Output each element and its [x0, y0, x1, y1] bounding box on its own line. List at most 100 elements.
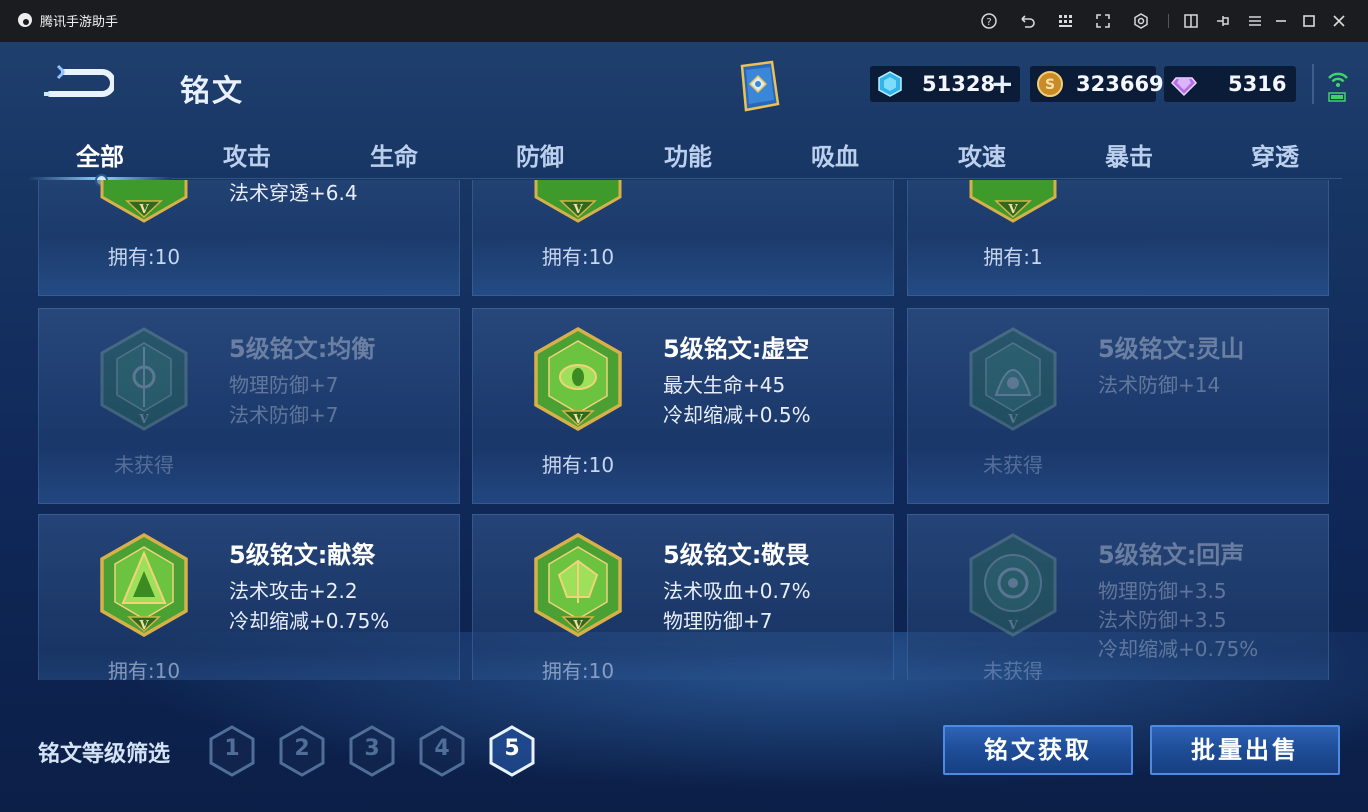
back-button[interactable]: [42, 64, 116, 104]
level-filter-number: 5: [504, 736, 520, 761]
tab-utility[interactable]: 功能: [628, 138, 748, 176]
coin-count: 323669: [1076, 72, 1164, 96]
blue-diamond-icon: [878, 71, 902, 97]
emblem-card-echo[interactable]: V 5级铭文:回声 物理防御+3.5 法术防御+3.5 冷却缩减+0.75% 未…: [907, 514, 1329, 680]
help-icon[interactable]: ?: [978, 10, 1000, 32]
emblem-icon: V: [534, 180, 622, 223]
gem-currency: 5316: [1164, 66, 1296, 102]
sidebar-toggle-icon[interactable]: [1180, 10, 1202, 32]
emblem-book-icon[interactable]: [728, 60, 784, 112]
add-currency-button[interactable]: +: [991, 70, 1014, 98]
tab-health[interactable]: 生命: [334, 138, 454, 176]
diamond-count: 51328: [922, 72, 996, 96]
tab-attack-speed[interactable]: 攻速: [922, 138, 1042, 176]
gem-count: 5316: [1228, 72, 1287, 96]
level-filter-5[interactable]: 5: [487, 724, 537, 778]
emblem-echo-icon: V: [969, 533, 1057, 637]
bulk-sell-button[interactable]: 批量出售: [1150, 725, 1340, 775]
keyboard-icon[interactable]: [1054, 10, 1076, 32]
svg-text:V: V: [572, 202, 583, 216]
emblem-card-void[interactable]: V 5级铭文:虚空 最大生命+45 冷却缩减+0.5% 拥有:10: [472, 308, 894, 504]
emblem-owned-count: 拥有:10: [107, 659, 181, 680]
level-filter-3[interactable]: 3: [347, 724, 397, 778]
close-icon[interactable]: [1328, 10, 1350, 32]
emblem-name: 5级铭文:均衡: [229, 335, 376, 363]
emblem-balance-icon: V: [100, 327, 188, 431]
game-screen: 铭文 51328 + S 323669 5316 全部 攻击 生命 防御 功能 …: [0, 42, 1368, 812]
level-filter-number: 4: [434, 736, 450, 761]
level-filter-number: 2: [294, 736, 310, 761]
svg-text:V: V: [138, 412, 149, 426]
obtain-emblem-button[interactable]: 铭文获取: [943, 725, 1133, 775]
level-filter-label: 铭文等级筛选: [38, 742, 171, 767]
tab-lifesteal[interactable]: 吸血: [775, 138, 895, 176]
emblem-name: 5级铭文:虚空: [663, 335, 810, 363]
svg-text:?: ?: [986, 17, 991, 28]
emblem-stat: 冷却缩减+0.75%: [1098, 637, 1259, 661]
emblem-owned-count: 拥有:1: [983, 245, 1043, 269]
level-filter-4[interactable]: 4: [417, 724, 467, 778]
emblem-stat: 法术防御+14: [1098, 373, 1221, 397]
svg-text:V: V: [572, 618, 583, 632]
emblem-name: 5级铭文:回声: [1098, 541, 1245, 569]
tab-penetration[interactable]: 穿透: [1215, 138, 1335, 176]
level-filter-number: 1: [224, 736, 240, 761]
emblem-grid: V 法术穿透+6.4 拥有:10 V 拥有:10 V 拥有:1 V 5级铭文:均…: [0, 180, 1368, 680]
svg-text:V: V: [1007, 618, 1018, 632]
emblem-stat: 法术防御+3.5: [1098, 608, 1227, 632]
menu-icon[interactable]: [1244, 10, 1266, 32]
tab-defense[interactable]: 防御: [480, 138, 600, 176]
emblem-card[interactable]: V 法术穿透+6.4 拥有:10: [38, 180, 460, 296]
coin-currency: S 323669: [1030, 66, 1164, 102]
emblem-sacrifice-icon: V: [100, 532, 188, 638]
emblem-icon: V: [969, 180, 1057, 223]
emblem-stat: 冷却缩减+0.75%: [229, 609, 390, 633]
emblem-card-balance[interactable]: V 5级铭文:均衡 物理防御+7 法术防御+7 未获得: [38, 308, 460, 504]
emblem-name: 5级铭文:献祭: [229, 541, 376, 569]
emblem-card[interactable]: V 拥有:10: [472, 180, 894, 296]
svg-text:V: V: [138, 618, 149, 632]
category-tabs: 全部 攻击 生命 防御 功能 吸血 攻速 暴击 穿透: [0, 134, 1368, 187]
emblem-card-spirit-mountain[interactable]: V 5级铭文:灵山 法术防御+14 未获得: [907, 308, 1329, 504]
emblem-spirit-mountain-icon: V: [969, 327, 1057, 431]
window-title: 腾讯手游助手: [40, 15, 119, 30]
emblem-stat: 物理防御+3.5: [1098, 579, 1227, 603]
pin-icon[interactable]: [1212, 10, 1234, 32]
emblem-stat: 法术穿透+6.4: [229, 181, 358, 205]
emblem-status: 未获得: [983, 453, 1043, 477]
tab-all[interactable]: 全部: [40, 138, 160, 176]
svg-text:V: V: [138, 202, 149, 216]
app-logo-icon: [18, 13, 32, 27]
emblem-stat: 法术防御+7: [229, 403, 339, 427]
level-filter-2[interactable]: 2: [277, 724, 327, 778]
minimize-icon[interactable]: [1270, 10, 1292, 32]
emblem-stat: 物理防御+7: [663, 609, 773, 633]
settings-icon[interactable]: [1130, 10, 1152, 32]
emblem-stat: 最大生命+45: [663, 373, 786, 397]
emblem-icon: V: [100, 180, 188, 223]
gold-coin-icon: S: [1037, 71, 1063, 97]
emblem-card[interactable]: V 拥有:1: [907, 180, 1329, 296]
titlebar-divider: [1168, 14, 1169, 28]
tabs-divider: [172, 178, 1342, 179]
tab-critical[interactable]: 暴击: [1069, 138, 1189, 176]
emblem-card-awe[interactable]: V 5级铭文:敬畏 法术吸血+0.7% 物理防御+7 拥有:10: [472, 514, 894, 680]
emblem-status: 未获得: [983, 659, 1043, 680]
header-divider: [1312, 64, 1314, 104]
maximize-icon[interactable]: [1298, 10, 1320, 32]
emblem-awe-icon: V: [534, 532, 622, 638]
svg-text:V: V: [1007, 202, 1018, 216]
diamond-currency: 51328 +: [870, 66, 1020, 102]
emblem-owned-count: 拥有:10: [541, 453, 615, 477]
emblem-status: 未获得: [114, 453, 174, 477]
emblem-stat: 物理防御+7: [229, 373, 339, 397]
emblem-owned-count: 拥有:10: [541, 245, 615, 269]
emblem-owned-count: 拥有:10: [107, 245, 181, 269]
emblem-stat: 法术吸血+0.7%: [663, 579, 811, 603]
tab-attack[interactable]: 攻击: [187, 138, 307, 176]
svg-text:V: V: [1007, 412, 1018, 426]
fullscreen-icon[interactable]: [1092, 10, 1114, 32]
undo-icon[interactable]: [1016, 10, 1038, 32]
level-filter-1[interactable]: 1: [207, 724, 257, 778]
emblem-card-sacrifice[interactable]: V 5级铭文:献祭 法术攻击+2.2 冷却缩减+0.75% 拥有:10: [38, 514, 460, 680]
